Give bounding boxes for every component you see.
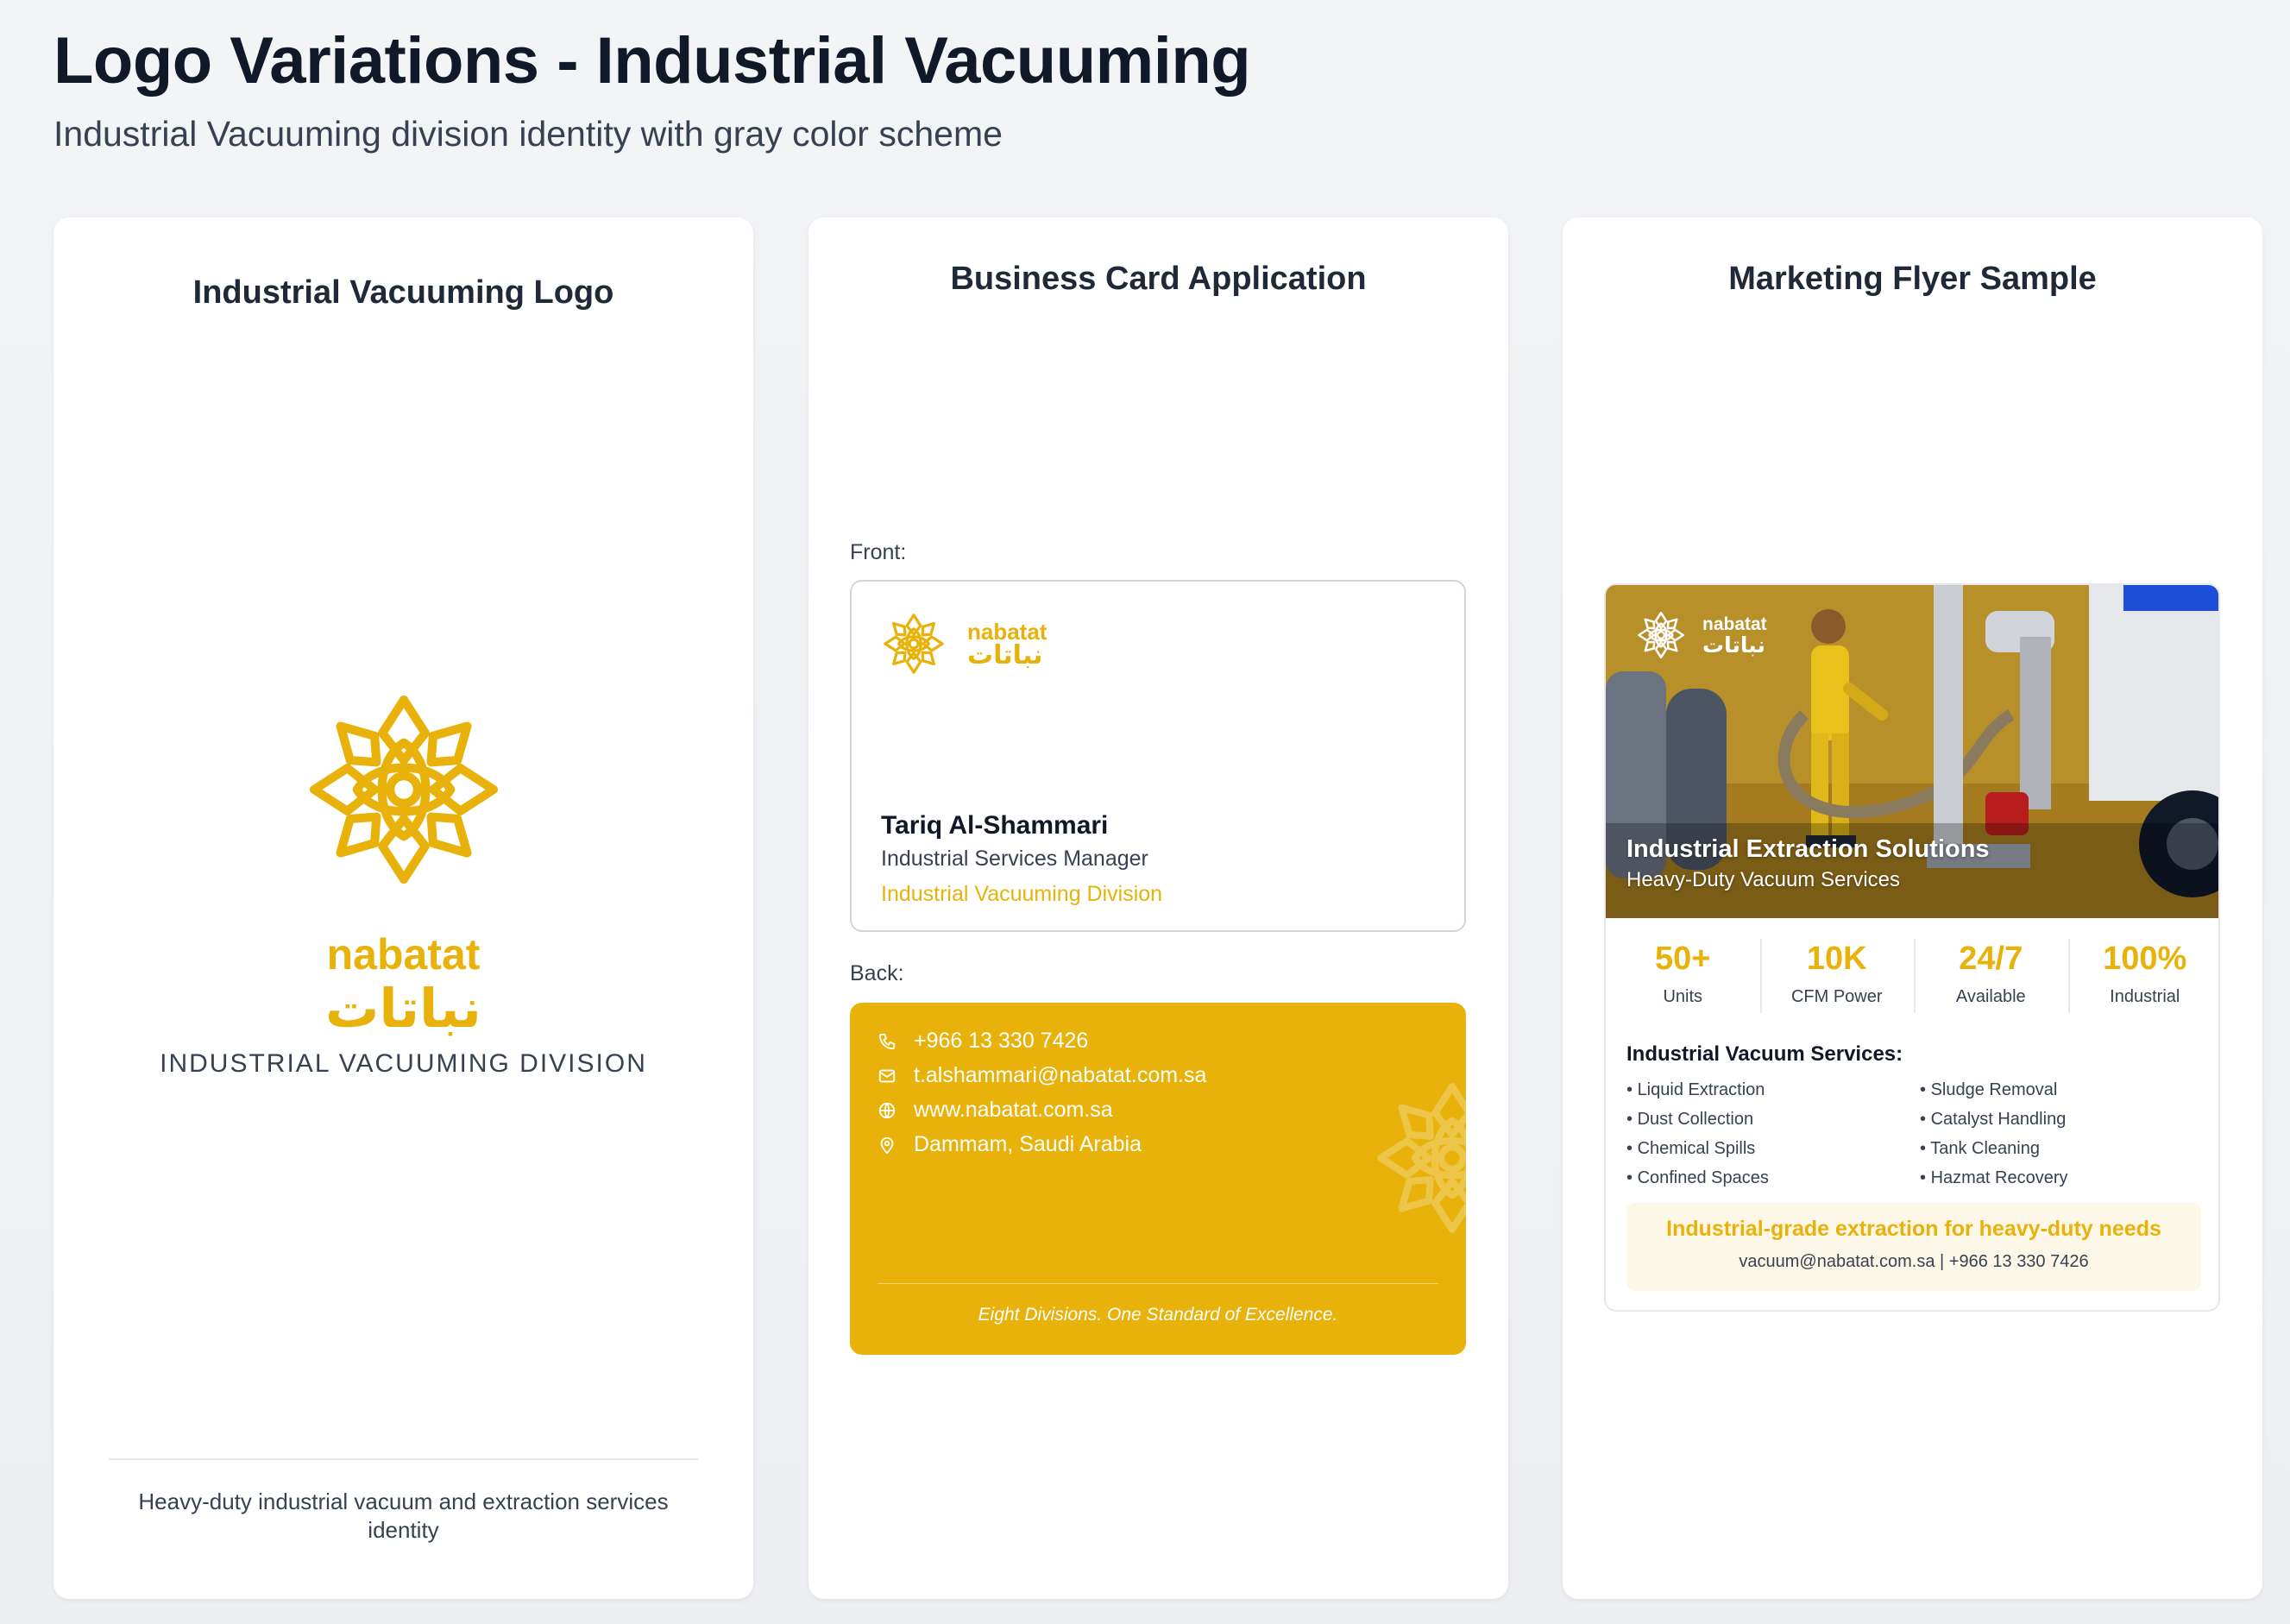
flyer-hero: nabatat نباتات Industrial Extraction Sol…	[1606, 585, 2218, 918]
stat-label: Available	[1955, 987, 2026, 1006]
back-divider	[878, 1283, 1438, 1284]
card-person: Tariq Al-Shammari Industrial Services Ma…	[881, 809, 1162, 913]
list-item: Hazmat Recovery	[1920, 1163, 2068, 1193]
division-label: INDUSTRIAL VACUUMING DIVISION	[160, 1049, 647, 1078]
stat-label: Industrial	[2110, 987, 2180, 1006]
contact-phone: +966 13 330 7426	[878, 1029, 1088, 1054]
stat-item: 100% Industrial	[2067, 918, 2219, 1030]
stat-item: 50+ Units	[1606, 918, 1760, 1030]
front-logo: nabatat نباتات	[883, 613, 1047, 675]
flyer-subheadline: Heavy-Duty Vacuum Services	[1626, 868, 1900, 891]
phone-text: +966 13 330 7426	[914, 1029, 1089, 1053]
globe-icon	[878, 1102, 896, 1118]
list-item: Catalyst Handling	[1920, 1105, 2068, 1134]
list-item: Dust Collection	[1626, 1105, 1769, 1134]
flyer-panel-title: Marketing Flyer Sample	[1728, 261, 2097, 297]
lotus-knot-icon	[1637, 611, 1685, 659]
flyer-panel: Marketing Flyer Sample nabatat نباتات In…	[1563, 217, 2262, 1599]
logo-card-title: Industrial Vacuuming Logo	[192, 274, 614, 311]
phone-icon	[878, 1033, 896, 1049]
front-label: Front:	[850, 540, 907, 564]
cta-headline: Industrial-grade extraction for heavy-du…	[1666, 1217, 2161, 1241]
lotus-watermark-icon	[1375, 1080, 1466, 1236]
business-card-front: nabatat نباتات Tariq Al-Shammari Industr…	[850, 580, 1466, 932]
location-text: Dammam, Saudi Arabia	[914, 1132, 1142, 1156]
flyer-logo: nabatat نباتات	[1637, 611, 1767, 659]
business-card-panel: Business Card Application Front: nabatat…	[808, 217, 1508, 1599]
stat-value: 10K	[1806, 941, 1867, 977]
map-pin-icon	[880, 1136, 894, 1154]
brand-name: nabatat	[326, 930, 481, 979]
marketing-flyer: nabatat نباتات Industrial Extraction Sol…	[1604, 583, 2220, 1312]
list-item: Tank Cleaning	[1920, 1134, 2068, 1163]
front-brand-arabic: نباتات	[967, 640, 1043, 670]
stat-value: 50+	[1655, 941, 1711, 977]
business-card-back: +966 13 330 7426 t.alshammari@nabatat.co…	[850, 1003, 1466, 1355]
list-item: Confined Spaces	[1626, 1163, 1769, 1193]
services-list-right: Sludge Removal Catalyst Handling Tank Cl…	[1920, 1075, 2068, 1193]
back-label: Back:	[850, 961, 904, 985]
email-text: t.alshammari@nabatat.com.sa	[914, 1063, 1207, 1087]
services-title: Industrial Vacuum Services:	[1626, 1042, 1903, 1066]
contact-email: t.alshammari@nabatat.com.sa	[878, 1063, 1206, 1088]
person-role: Industrial Services Manager	[881, 847, 1148, 871]
mail-icon	[878, 1069, 896, 1082]
flyer-stats: 50+ Units 10K CFM Power 24/7 Available 1…	[1606, 918, 2219, 1030]
person-name: Tariq Al-Shammari	[881, 811, 1109, 840]
logo-block: nabatat نباتات INDUSTRIAL VACUUMING DIVI…	[53, 692, 753, 1079]
back-tagline: Eight Divisions. One Standard of Excelle…	[978, 1305, 1338, 1325]
contact-website: www.nabatat.com.sa	[878, 1098, 1113, 1123]
flyer-cta: Industrial-grade extraction for heavy-du…	[1626, 1203, 2201, 1291]
services-list-left: Liquid Extraction Dust Collection Chemic…	[1626, 1075, 1769, 1193]
website-text: www.nabatat.com.sa	[914, 1098, 1113, 1122]
divider	[109, 1458, 698, 1460]
page-title: Logo Variations - Industrial Vacuuming	[53, 24, 1251, 98]
lotus-knot-icon	[883, 613, 945, 675]
business-card-title: Business Card Application	[950, 261, 1367, 297]
list-item: Sludge Removal	[1920, 1075, 2068, 1105]
list-item: Liquid Extraction	[1626, 1075, 1769, 1105]
stat-value: 100%	[2103, 941, 2187, 977]
cta-contact: vacuum@nabatat.com.sa | +966 13 330 7426	[1739, 1252, 2089, 1271]
stat-item: 24/7 Available	[1914, 918, 2068, 1030]
flyer-headline: Industrial Extraction Solutions	[1626, 835, 1990, 863]
stat-item: 10K CFM Power	[1759, 918, 1915, 1030]
flyer-brand-arabic: نباتات	[1702, 633, 1765, 658]
brand-arabic: نباتات	[325, 977, 481, 1040]
page-subtitle: Industrial Vacuuming division identity w…	[53, 114, 1003, 154]
contact-location: Dammam, Saudi Arabia	[878, 1132, 1142, 1157]
logo-card: Industrial Vacuuming Logo nabatat نباتات…	[53, 217, 753, 1599]
logo-card-description: Heavy-duty industrial vacuum and extract…	[138, 1489, 669, 1543]
person-division: Industrial Vacuuming Division	[881, 882, 1163, 906]
stat-value: 24/7	[1959, 941, 2023, 977]
lotus-knot-icon	[306, 692, 501, 887]
stat-label: CFM Power	[1790, 987, 1883, 1006]
page-header: Logo Variations - Industrial Vacuuming I…	[53, 22, 1251, 155]
stat-label: Units	[1663, 987, 1703, 1006]
list-item: Chemical Spills	[1626, 1134, 1769, 1163]
